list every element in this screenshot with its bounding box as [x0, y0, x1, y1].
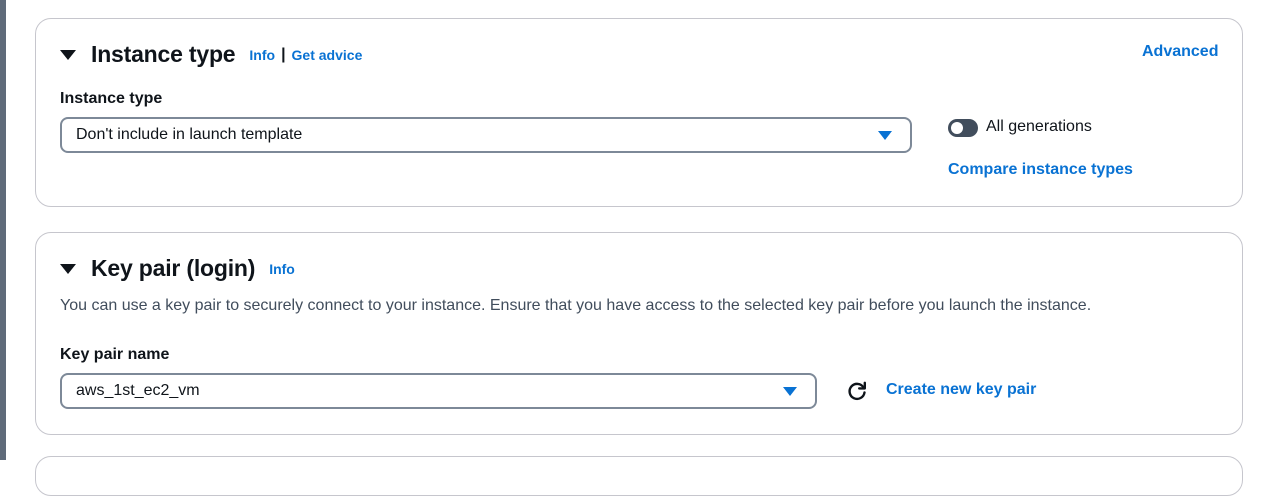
info-link[interactable]: Info: [249, 47, 275, 63]
left-rail: [0, 0, 6, 460]
key-pair-panel: Key pair (login) Info You can use a key …: [35, 232, 1243, 435]
section-title: Instance type: [91, 41, 236, 67]
instance-type-panel: Instance type Info | Get advice Advanced…: [35, 18, 1243, 207]
get-advice-link[interactable]: Get advice: [292, 47, 363, 63]
create-new-key-pair-link[interactable]: Create new key pair: [886, 381, 1036, 399]
key-pair-description: You can use a key pair to securely conne…: [60, 297, 1092, 314]
key-pair-header: Key pair (login) Info: [60, 255, 295, 282]
caret-down-filled-icon: [783, 386, 797, 396]
all-generations-label: All generations: [986, 118, 1092, 135]
info-link[interactable]: Info: [269, 261, 295, 277]
link-separator: |: [281, 45, 286, 63]
instance-type-label: Instance type: [60, 90, 163, 107]
toggle-knob: [951, 122, 963, 134]
caret-down-icon[interactable]: [60, 49, 76, 60]
next-panel: [35, 456, 1243, 496]
key-pair-name-label: Key pair name: [60, 346, 170, 363]
instance-type-select-value: Don't include in launch template: [76, 126, 303, 143]
caret-down-filled-icon: [878, 130, 892, 140]
key-pair-select[interactable]: aws_1st_ec2_vm: [60, 373, 817, 409]
refresh-icon[interactable]: [846, 380, 868, 402]
advanced-link[interactable]: Advanced: [1142, 43, 1218, 61]
section-title: Key pair (login): [91, 255, 256, 281]
instance-type-header: Instance type Info | Get advice: [60, 41, 362, 68]
compare-instance-types-link[interactable]: Compare instance types: [948, 161, 1133, 179]
key-pair-select-value: aws_1st_ec2_vm: [76, 382, 200, 399]
all-generations-toggle[interactable]: [948, 119, 978, 137]
instance-type-select[interactable]: Don't include in launch template: [60, 117, 912, 153]
caret-down-icon[interactable]: [60, 263, 76, 274]
